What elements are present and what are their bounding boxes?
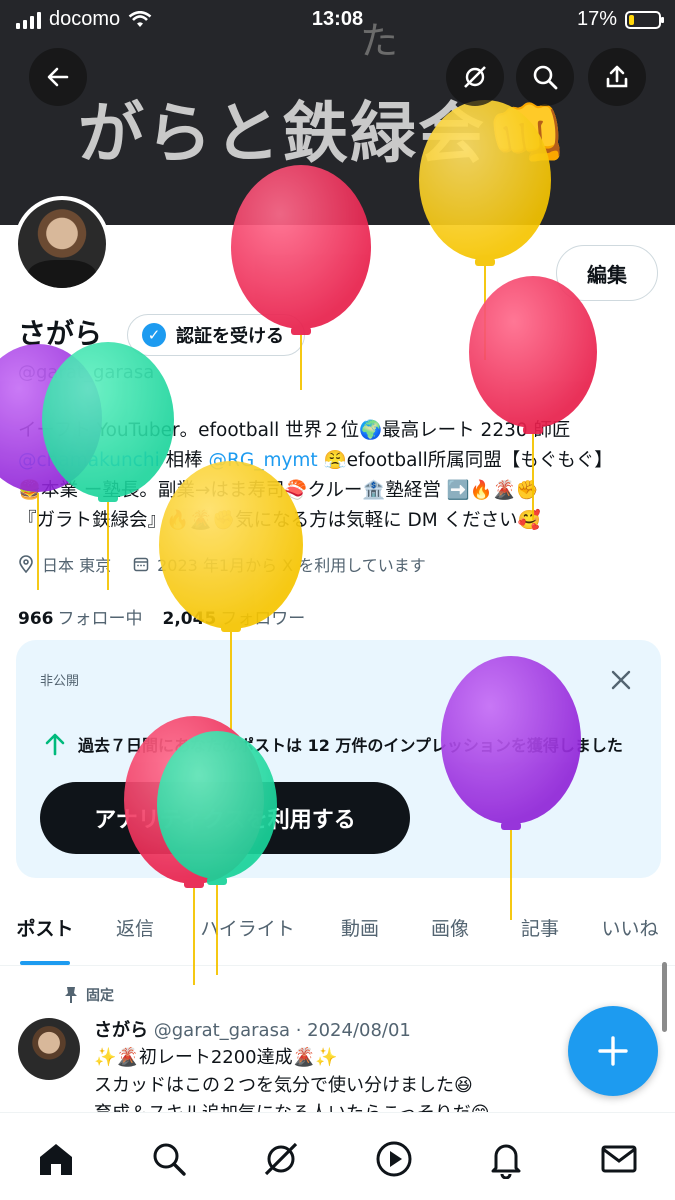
post-author[interactable]: さがら xyxy=(94,1020,148,1041)
battery-percent: 17% xyxy=(576,8,617,30)
profile-name: さがら xyxy=(18,317,103,350)
search-icon xyxy=(533,65,558,90)
battery-icon xyxy=(625,10,664,29)
tab-replies[interactable]: 返信 xyxy=(90,896,180,965)
bottom-navigation xyxy=(0,1112,675,1200)
calendar-icon xyxy=(133,557,149,572)
profile-meta: 日本 東京 2023 年1月から X を利用しています xyxy=(18,552,426,576)
play-circle-icon xyxy=(376,1141,412,1177)
bell-icon xyxy=(491,1144,521,1179)
get-verified-label: 認証を受ける xyxy=(176,326,284,347)
search-button[interactable] xyxy=(516,48,574,106)
follow-stats: 966 フォロー中 2,045 フォロワー xyxy=(18,604,305,629)
post-handle-date: @garat_garasa · 2024/08/01 xyxy=(153,1020,411,1041)
mention-link[interactable]: @RG_mymt xyxy=(209,450,318,471)
post-line: スカッドはこの２つを気分で使い分けました😆 xyxy=(94,1075,473,1096)
share-icon xyxy=(606,65,628,88)
get-verified-button[interactable]: ✓ 認証を受ける xyxy=(127,314,305,356)
search-icon xyxy=(153,1143,186,1176)
edit-profile-button[interactable]: 編集 xyxy=(556,245,658,301)
post-avatar[interactable] xyxy=(18,1018,80,1080)
pinned-label: 固定 xyxy=(64,985,114,1005)
close-icon[interactable] xyxy=(607,666,635,694)
post-line: ✨🌋初レート2200達成🌋✨ xyxy=(94,1047,338,1068)
tab-likes[interactable]: いいね xyxy=(585,896,675,965)
home-icon xyxy=(40,1144,73,1175)
nav-grok[interactable] xyxy=(259,1137,303,1181)
tab-highlights[interactable]: ハイライト xyxy=(180,896,315,965)
nav-home[interactable] xyxy=(34,1137,78,1181)
profile-handle: @garat_garasa xyxy=(18,362,155,383)
nav-search[interactable] xyxy=(147,1137,191,1181)
grok-button[interactable] xyxy=(446,48,504,106)
bio-line-4: 『ガラト鉄緑会』🔥🌋✊気になる方は気軽に DM ください🥰 xyxy=(18,510,541,531)
mail-icon xyxy=(601,1145,637,1173)
impressions-text: 過去７日間にあなたのポストは 12 万件のインプレッションを獲得しました xyxy=(44,732,623,756)
tab-posts[interactable]: ポスト xyxy=(0,896,90,965)
profile-avatar[interactable] xyxy=(14,196,110,292)
joined-text: 2023 年1月から X を利用しています xyxy=(157,556,426,575)
grok-icon xyxy=(464,66,486,88)
following-link[interactable]: 966 フォロー中 xyxy=(18,604,143,629)
nav-video[interactable] xyxy=(372,1137,416,1181)
back-button[interactable] xyxy=(29,48,87,106)
analytics-button[interactable]: アナリティクスを利用する xyxy=(40,782,410,854)
verified-check-icon: ✓ xyxy=(142,323,166,347)
tab-articles[interactable]: 記事 xyxy=(495,896,585,965)
bio-line-1: イーフト YouTuber。efootball 世界２位🌍最高レート 2230 … xyxy=(18,420,571,441)
status-bar: docomo 13:08 17% xyxy=(0,0,675,40)
post-header: さがら @garat_garasa · 2024/08/01 xyxy=(94,1016,411,1042)
tab-videos[interactable]: 動画 xyxy=(315,896,405,965)
profile-tabs: ポスト 返信 ハイライト 動画 画像 記事 いいね xyxy=(0,896,675,966)
mention-link[interactable]: @chamakunchi xyxy=(18,450,160,471)
followers-link[interactable]: 2,045 フォロワー xyxy=(163,604,306,629)
profile-bio: イーフト YouTuber。efootball 世界２位🌍最高レート 2230 … xyxy=(18,416,658,536)
nav-messages[interactable] xyxy=(597,1137,641,1181)
nav-notifications[interactable] xyxy=(484,1137,528,1181)
status-time: 13:08 xyxy=(311,8,364,30)
location-icon xyxy=(19,555,33,573)
arrow-up-icon xyxy=(45,733,65,756)
private-label: 非公開 xyxy=(40,674,80,689)
scrollbar[interactable] xyxy=(662,962,667,1032)
compose-button[interactable] xyxy=(568,1006,658,1096)
bio-line-2: @chamakunchi 相棒 @RG_mymt 😤efootball所属同盟【… xyxy=(18,450,613,471)
analytics-card: 非公開 過去７日間にあなたのポストは 12 万件のインプレッションを獲得しました… xyxy=(16,640,661,878)
bio-line-3: 🍔本業 ー塾長。副業→はま寿司🍣クルー🏦塾経営 ➡️🔥🌋✊ xyxy=(18,480,539,501)
arrow-left-icon xyxy=(47,67,69,87)
grok-icon xyxy=(265,1142,298,1176)
share-button[interactable] xyxy=(588,48,646,106)
plus-icon xyxy=(598,1036,628,1066)
location-text: 日本 東京 xyxy=(42,556,112,575)
pin-icon xyxy=(65,987,77,1003)
tab-images[interactable]: 画像 xyxy=(405,896,495,965)
